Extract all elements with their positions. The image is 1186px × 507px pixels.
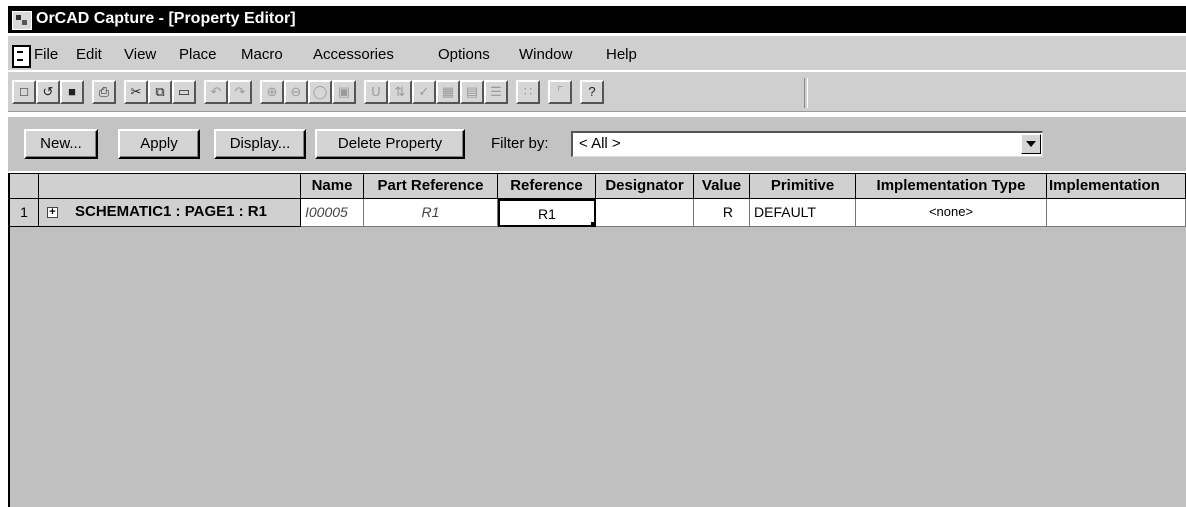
cell-part-reference[interactable]: R1 xyxy=(364,199,498,227)
row-number[interactable]: 1 xyxy=(10,199,39,227)
menu-window[interactable]: Window xyxy=(519,46,572,63)
cell-value[interactable]: R xyxy=(694,199,750,227)
cell-implementation-type[interactable]: <none> xyxy=(856,199,1047,227)
zoom-all-icon[interactable]: ▣ xyxy=(332,80,356,104)
column-header-implementation[interactable]: Implementation xyxy=(1047,173,1186,199)
menu-accessories-label: Accessories xyxy=(313,46,394,63)
menu-help-label: Help xyxy=(606,46,637,63)
cell-designator[interactable] xyxy=(596,199,694,227)
row-header-label: SCHEMATIC1 : PAGE1 : R1 xyxy=(75,203,267,220)
menu-file[interactable]: File xyxy=(34,46,58,63)
bill-of-materials-icon[interactable]: ☰ xyxy=(484,80,508,104)
cut-icon[interactable]: ✂ xyxy=(124,80,148,104)
zoom-in-icon[interactable]: ⊕ xyxy=(260,80,284,104)
column-header-value[interactable]: Value xyxy=(694,173,750,199)
menu-window-label: Window xyxy=(519,46,573,63)
menu-edit[interactable]: Edit xyxy=(76,46,102,63)
paste-icon[interactable]: ▭ xyxy=(172,80,196,104)
zoom-area-icon[interactable]: ◯ xyxy=(308,80,332,104)
menu-macro-label: Macro xyxy=(241,46,283,63)
column-header-primitive[interactable]: Primitive xyxy=(750,173,856,199)
menu-help[interactable]: Help xyxy=(606,46,637,63)
new-icon[interactable]: □ xyxy=(12,80,36,104)
apply-button[interactable]: Apply xyxy=(118,129,200,159)
help-icon[interactable]: ? xyxy=(580,80,604,104)
snap-to-grid-icon[interactable]: ∷ xyxy=(516,80,540,104)
menu-accessories[interactable]: Accessories xyxy=(313,46,394,63)
menu-view-label: View xyxy=(124,46,157,63)
corner-header[interactable] xyxy=(10,173,39,199)
menu-bar: File Edit View Place Macro Accessories O… xyxy=(8,36,1186,70)
orcad-app-icon[interactable] xyxy=(12,11,32,30)
property-editor-actionbar: New... Apply Display... Delete Property … xyxy=(8,115,1186,171)
property-grid: Name Part Reference Reference Designator… xyxy=(8,173,1186,507)
menu-view[interactable]: View xyxy=(124,46,156,63)
drc-icon[interactable]: ✓ xyxy=(412,80,436,104)
display-button[interactable]: Display... xyxy=(214,129,306,159)
cell-primitive[interactable]: DEFAULT xyxy=(750,199,856,227)
cross-reference-icon[interactable]: ▤ xyxy=(460,80,484,104)
print-icon[interactable]: ⎙ xyxy=(92,80,116,104)
annotate-icon[interactable]: U xyxy=(364,80,388,104)
column-header-name[interactable]: Name xyxy=(301,173,364,199)
menu-options[interactable]: Options xyxy=(438,46,490,63)
new-button[interactable]: New... xyxy=(24,129,98,159)
redo-icon[interactable]: ↷ xyxy=(228,80,252,104)
back-annotate-icon[interactable]: ⇅ xyxy=(388,80,412,104)
column-header-reference[interactable]: Reference xyxy=(498,173,596,199)
toolbar-divider xyxy=(804,78,808,108)
column-header-implementation-type[interactable]: Implementation Type xyxy=(856,173,1047,199)
cell-reference[interactable]: R1 xyxy=(498,199,596,227)
menu-options-label: Options xyxy=(438,46,490,63)
title-bar[interactable]: OrCAD Capture - [Property Editor] xyxy=(8,6,1186,33)
filter-by-label: Filter by: xyxy=(491,135,549,152)
column-header-part-reference[interactable]: Part Reference xyxy=(364,173,498,199)
row-header[interactable]: + SCHEMATIC1 : PAGE1 : R1 xyxy=(39,199,301,227)
column-header-designator[interactable]: Designator xyxy=(596,173,694,199)
netlist-icon[interactable]: ▦ xyxy=(436,80,460,104)
menu-edit-label: Edit xyxy=(76,46,102,63)
document-control-icon[interactable] xyxy=(12,45,31,68)
menu-macro[interactable]: Macro xyxy=(241,46,283,63)
cell-name[interactable]: I00005 xyxy=(301,199,364,227)
expand-plus-icon[interactable]: + xyxy=(47,207,58,218)
area-select-icon[interactable]: ⌜ xyxy=(548,80,572,104)
menu-place[interactable]: Place xyxy=(179,46,217,63)
row-header-column xyxy=(39,173,301,199)
delete-property-button[interactable]: Delete Property xyxy=(315,129,465,159)
undo-icon[interactable]: ↶ xyxy=(204,80,228,104)
zoom-out-icon[interactable]: ⊖ xyxy=(284,80,308,104)
cell-implementation[interactable] xyxy=(1047,199,1186,227)
filter-by-value: < All > xyxy=(579,135,621,152)
filter-by-select[interactable]: < All > xyxy=(571,131,1043,157)
toolbar: □ ↺ ■ ⎙ ✂ ⧉ ▭ ↶ ↷ ⊕ ⊖ ◯ ▣ U ⇅ ✓ ▦ ▤ ☰ ∷ … xyxy=(8,72,1186,112)
save-icon[interactable]: ■ xyxy=(60,80,84,104)
copy-icon[interactable]: ⧉ xyxy=(148,80,172,104)
menu-place-label: Place xyxy=(179,46,217,63)
dropdown-arrow-icon[interactable] xyxy=(1021,134,1041,154)
menu-file-label: File xyxy=(34,46,59,63)
open-icon[interactable]: ↺ xyxy=(36,80,60,104)
window-title: OrCAD Capture - [Property Editor] xyxy=(36,10,296,27)
